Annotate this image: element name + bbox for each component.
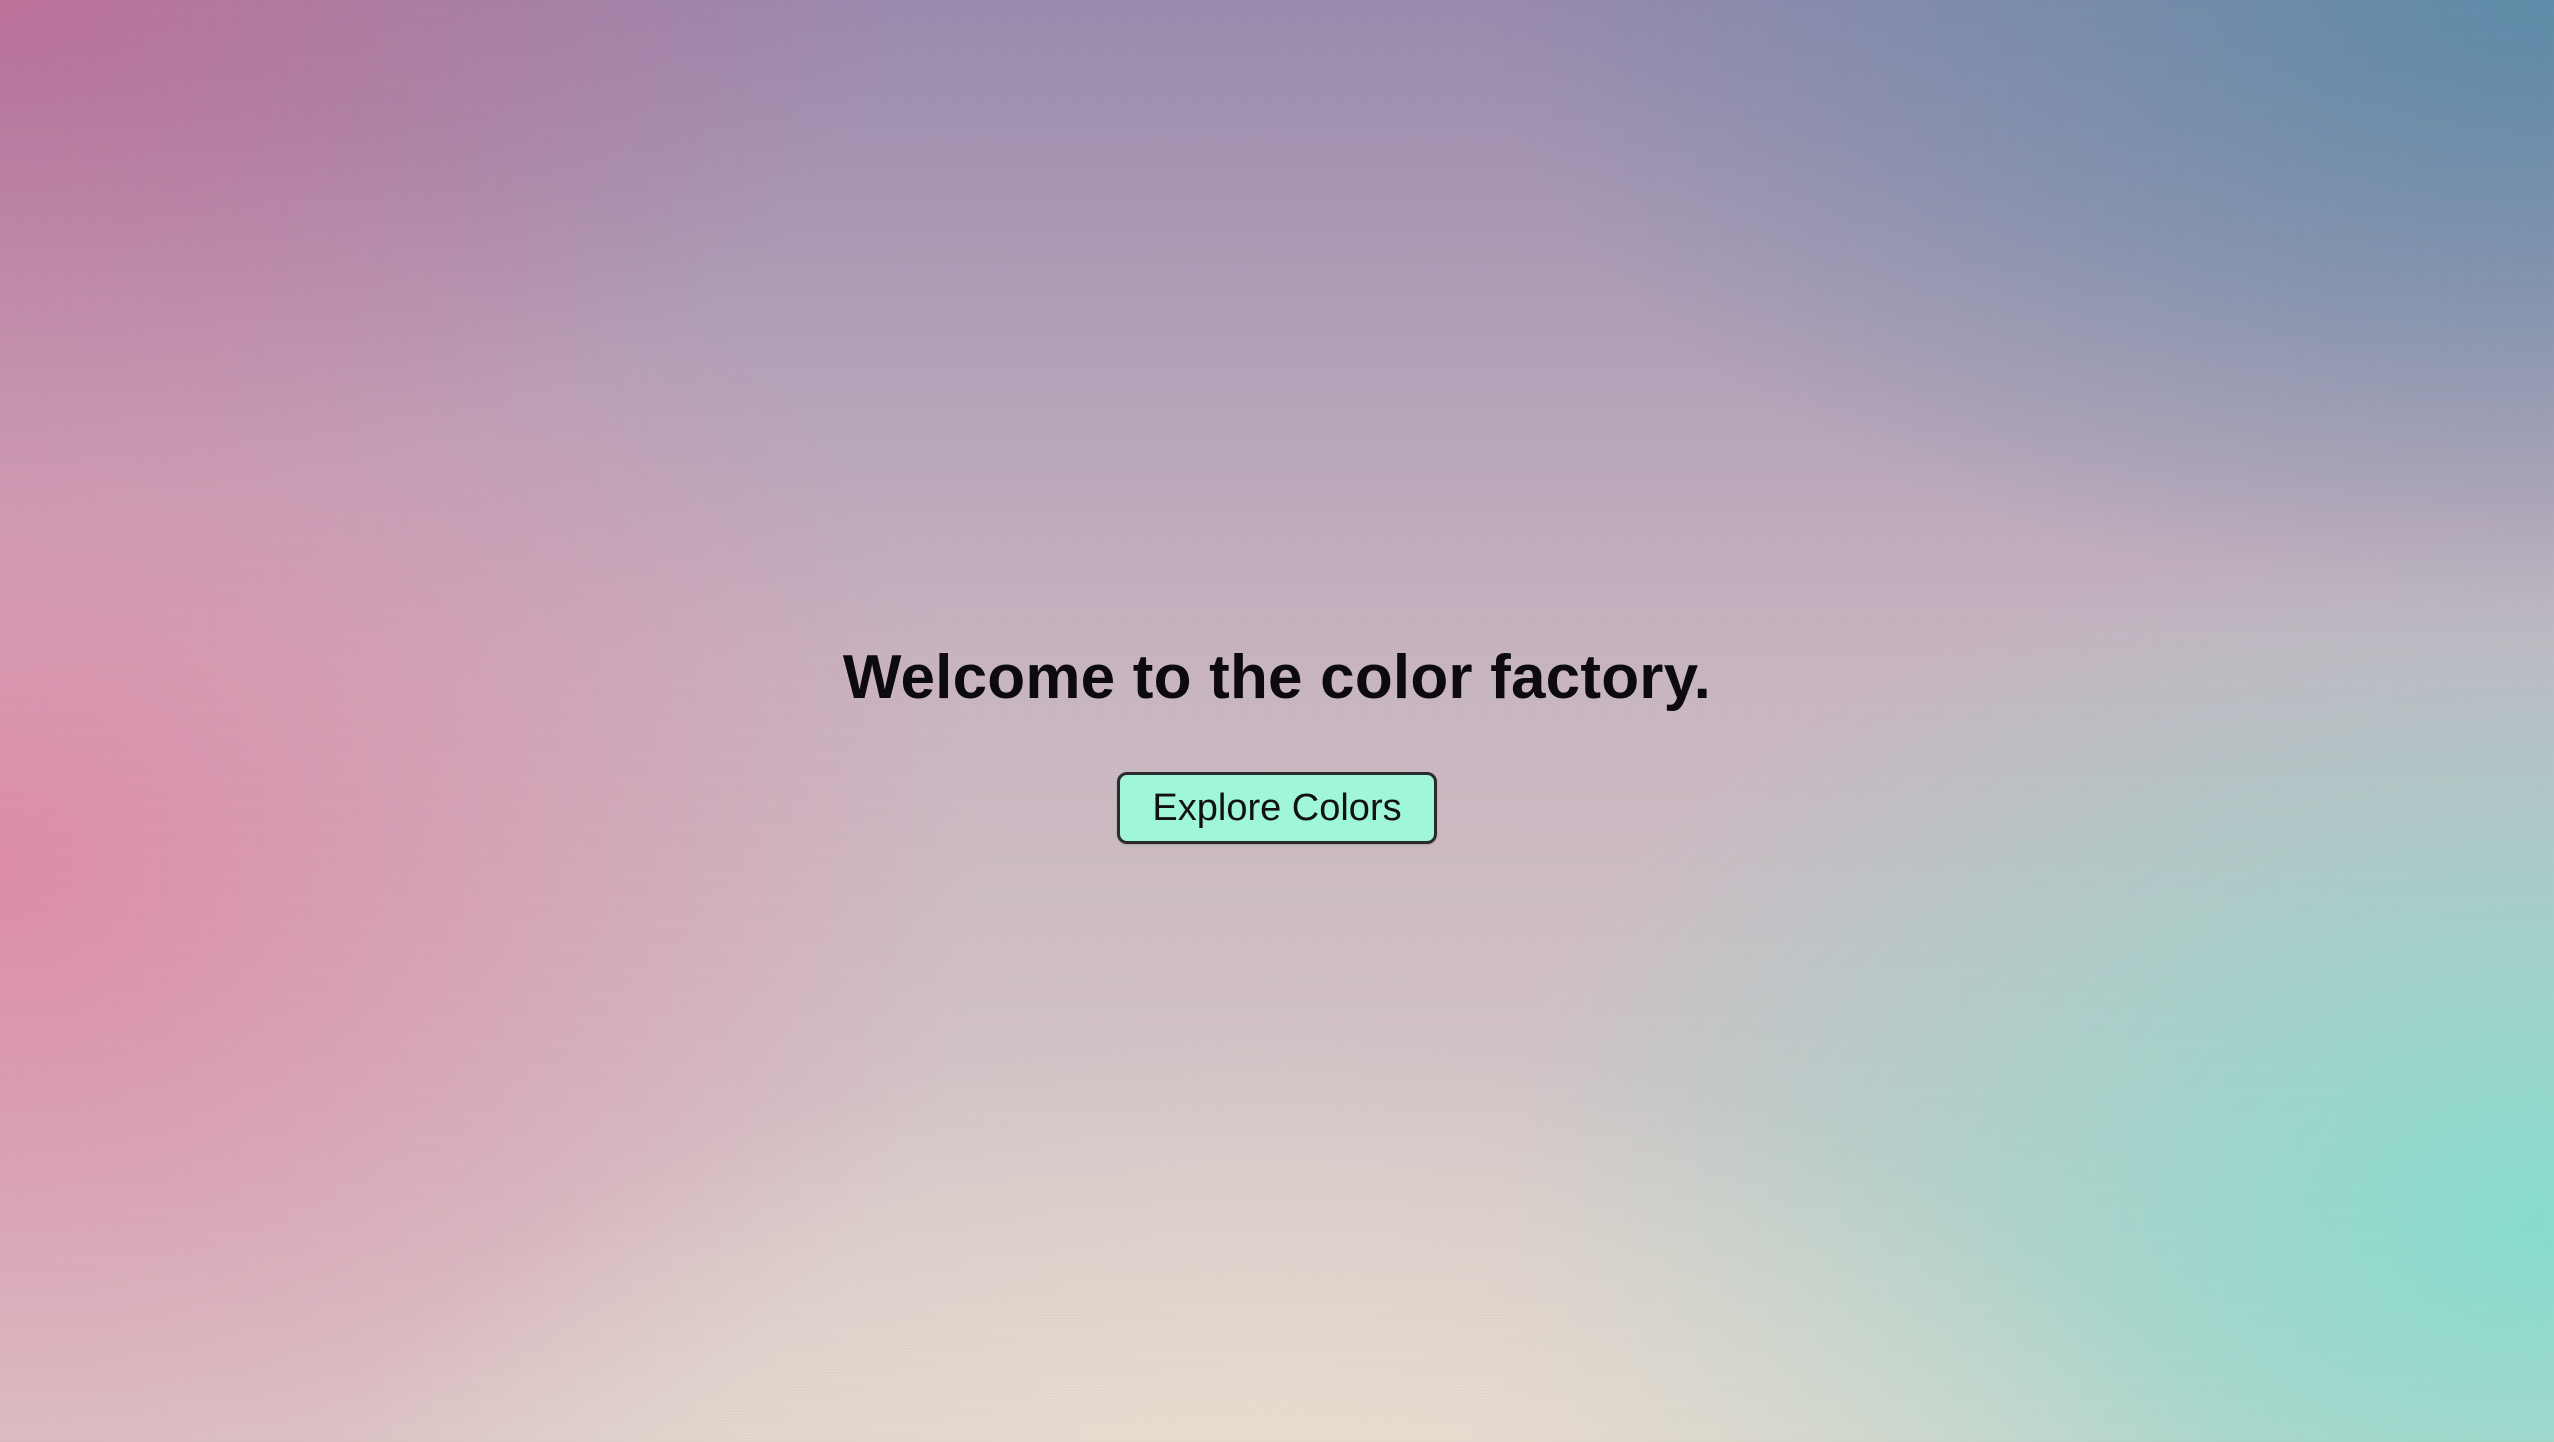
explore-colors-button[interactable]: Explore Colors (1117, 772, 1437, 844)
page-title: Welcome to the color factory. (842, 643, 1712, 712)
hero-section: Welcome to the color factory. Explore Co… (0, 636, 2554, 844)
